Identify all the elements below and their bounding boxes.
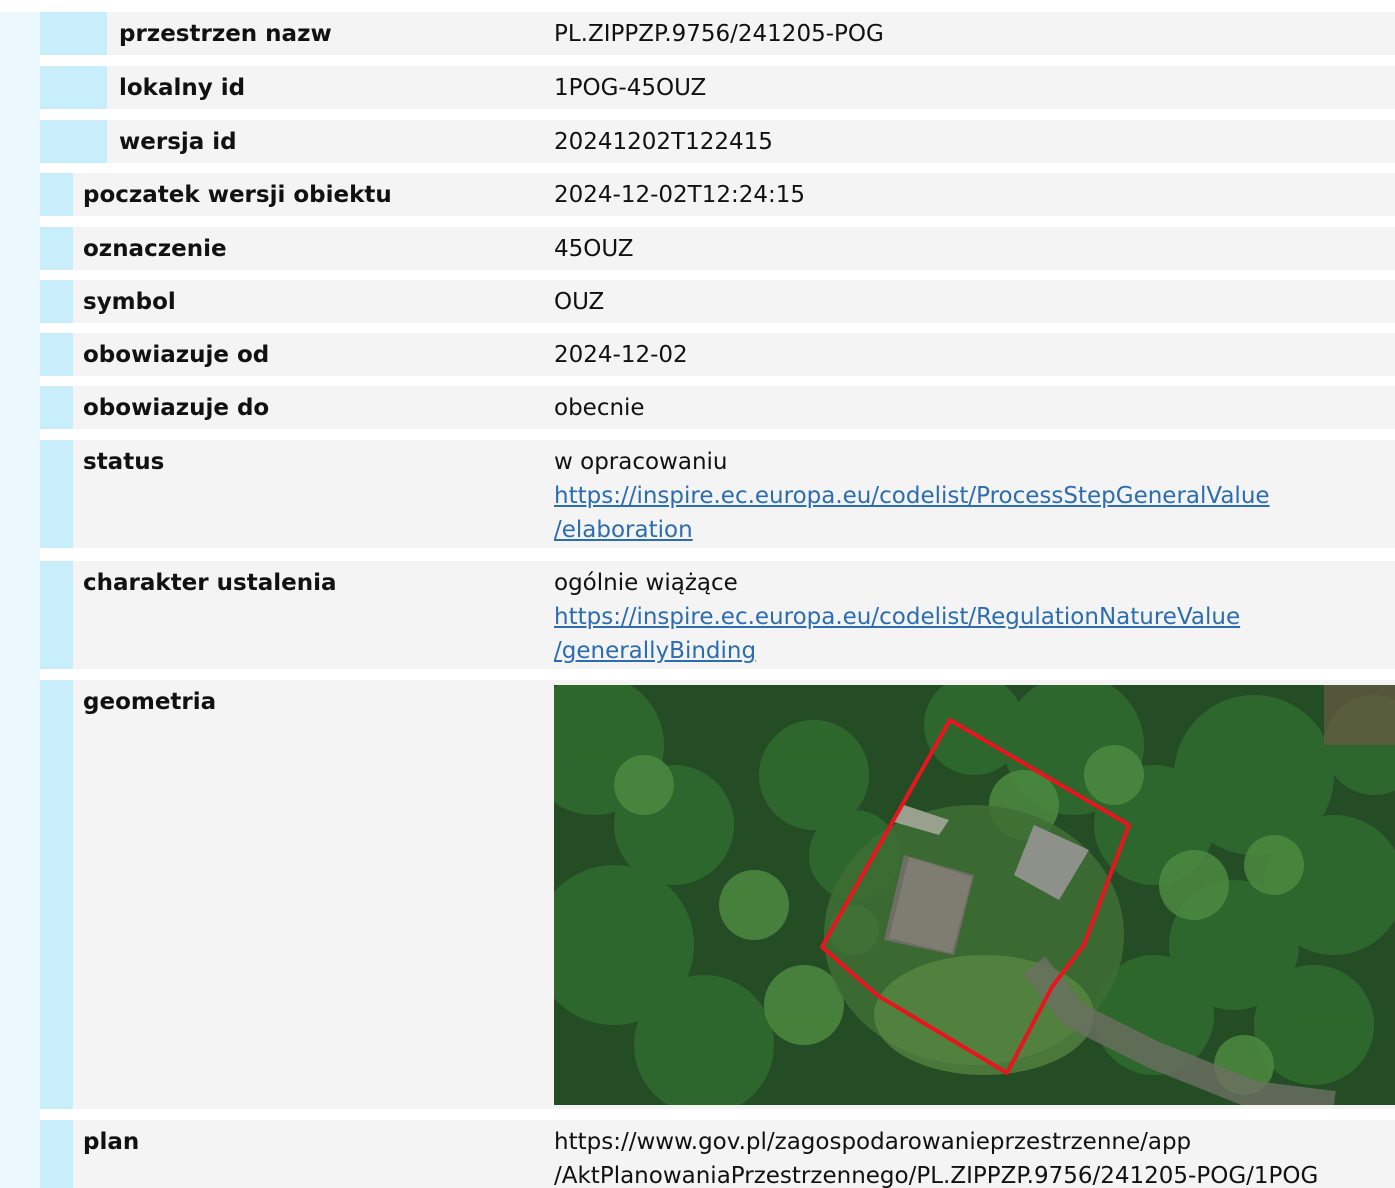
- charakter-link-line2: /generallyBinding: [554, 638, 757, 664]
- row-geometria: geometria: [40, 680, 1395, 1109]
- value-wersja-id: 20241202T122415: [554, 129, 773, 155]
- charakter-text: ogólnie wiążące: [554, 570, 738, 596]
- label-obowiazuje-od: obowiazuje od: [83, 342, 270, 368]
- row-oznaczenie: oznaczenie 45OUZ: [40, 227, 1395, 270]
- value-obowiazuje-do: obecnie: [554, 395, 645, 421]
- label-symbol: symbol: [83, 289, 176, 315]
- label-charakter-ustalenia: charakter ustalenia: [83, 570, 337, 596]
- value-poczatek-wersji: 2024-12-02T12:24:15: [554, 182, 806, 208]
- row-charakter-ustalenia: charakter ustalenia ogólnie wiążące http…: [40, 561, 1395, 669]
- label-lokalny-id: lokalny id: [119, 75, 246, 101]
- aerial-map-image: [554, 685, 1395, 1105]
- status-codelist-link[interactable]: https://inspire.ec.europa.eu/codelist/Pr…: [554, 479, 1270, 547]
- value-status: w opracowaniu https://inspire.ec.europa.…: [554, 445, 1270, 547]
- value-lokalny-id: 1POG-45OUZ: [554, 75, 707, 101]
- label-przestrzen-nazw: przestrzen nazw: [119, 21, 332, 47]
- geometry-map[interactable]: [554, 685, 1395, 1105]
- charakter-codelist-link[interactable]: https://inspire.ec.europa.eu/codelist/Re…: [554, 600, 1240, 668]
- label-status: status: [83, 449, 165, 475]
- label-oznaczenie: oznaczenie: [83, 236, 227, 262]
- plan-line2: /AktPlanowaniaPrzestrzennego/PL.ZIPPZP.9…: [554, 1163, 1319, 1188]
- value-oznaczenie: 45OUZ: [554, 236, 634, 262]
- label-wersja-id: wersja id: [119, 129, 237, 155]
- status-text: w opracowaniu: [554, 449, 728, 475]
- label-poczatek-wersji: poczatek wersji obiektu: [83, 182, 392, 208]
- row-przestrzen-nazw: przestrzen nazw PL.ZIPPZP.9756/241205-PO…: [40, 12, 1395, 55]
- value-plan: https://www.gov.pl/zagospodarowanieprzes…: [554, 1125, 1318, 1188]
- label-plan: plan: [83, 1129, 140, 1155]
- label-obowiazuje-do: obowiazuje do: [83, 395, 270, 421]
- value-obowiazuje-od: 2024-12-02: [554, 342, 688, 368]
- row-poczatek-wersji: poczatek wersji obiektu 2024-12-02T12:24…: [40, 173, 1395, 216]
- row-status: status w opracowaniu https://inspire.ec.…: [40, 440, 1395, 548]
- row-obowiazuje-do: obowiazuje do obecnie: [40, 386, 1395, 429]
- value-charakter-ustalenia: ogólnie wiążące https://inspire.ec.europ…: [554, 566, 1240, 668]
- status-link-line1: https://inspire.ec.europa.eu/codelist/Pr…: [554, 483, 1270, 509]
- charakter-link-line1: https://inspire.ec.europa.eu/codelist/Re…: [554, 604, 1241, 630]
- row-plan: plan https://www.gov.pl/zagospodarowanie…: [40, 1120, 1395, 1188]
- row-obowiazuje-od: obowiazuje od 2024-12-02: [40, 333, 1395, 376]
- status-link-line2: /elaboration: [554, 517, 693, 543]
- outer-indent-strip: [0, 0, 40, 1188]
- value-symbol: OUZ: [554, 289, 605, 315]
- plan-line1: https://www.gov.pl/zagospodarowanieprzes…: [554, 1129, 1192, 1155]
- value-przestrzen-nazw: PL.ZIPPZP.9756/241205-POG: [554, 21, 884, 47]
- row-wersja-id: wersja id 20241202T122415: [40, 120, 1395, 163]
- label-geometria: geometria: [83, 689, 217, 715]
- row-lokalny-id: lokalny id 1POG-45OUZ: [40, 66, 1395, 109]
- row-symbol: symbol OUZ: [40, 280, 1395, 323]
